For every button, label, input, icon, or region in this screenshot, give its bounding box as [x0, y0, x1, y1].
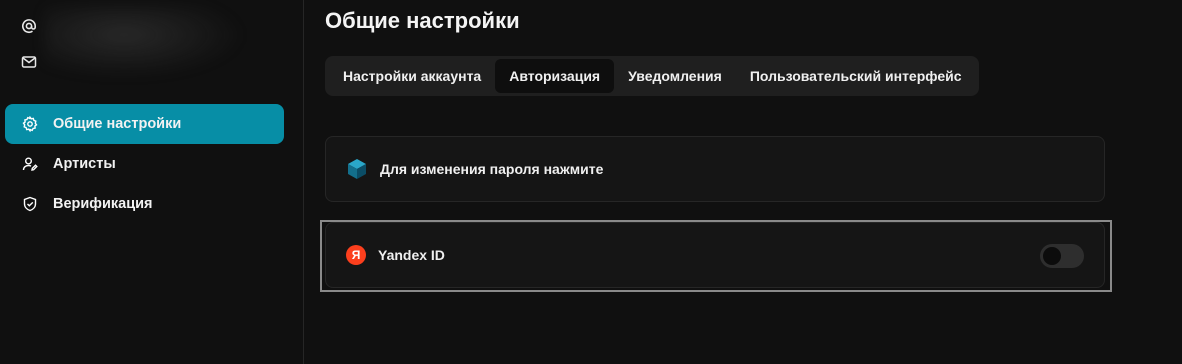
user-edit-icon: [21, 155, 39, 173]
at-sign-icon: [20, 17, 38, 35]
page-title: Общие настройки: [325, 8, 520, 33]
change-password-label: Для изменения пароля нажмите: [380, 161, 604, 177]
shield-check-icon: [21, 195, 39, 213]
tab-authorization[interactable]: Авторизация: [495, 59, 615, 93]
account-email-row: [20, 52, 38, 72]
mail-icon: [20, 53, 38, 71]
settings-tabs: Настройки аккаунта Авторизация Уведомлен…: [325, 56, 979, 96]
blurred-account-info: [44, 6, 244, 78]
sidebar: Общие настройки Артисты Верификация: [0, 0, 304, 364]
sidebar-item-general-settings[interactable]: Общие настройки: [5, 104, 284, 144]
sidebar-item-label: Общие настройки: [53, 116, 182, 132]
cube-icon: [346, 158, 368, 180]
sidebar-item-verification[interactable]: Верификация: [5, 184, 284, 224]
sidebar-item-artists[interactable]: Артисты: [5, 144, 284, 184]
tab-account-settings[interactable]: Настройки аккаунта: [329, 59, 495, 93]
tab-user-interface[interactable]: Пользовательский интерфейс: [736, 59, 976, 93]
settings-gear-icon: [21, 115, 39, 133]
focus-outline: [320, 220, 1112, 292]
sidebar-item-label: Артисты: [53, 156, 116, 172]
sidebar-item-label: Верификация: [53, 196, 153, 212]
tab-notifications[interactable]: Уведомления: [614, 59, 736, 93]
account-login-row: [20, 16, 38, 36]
change-password-card[interactable]: Для изменения пароля нажмите: [325, 136, 1105, 202]
